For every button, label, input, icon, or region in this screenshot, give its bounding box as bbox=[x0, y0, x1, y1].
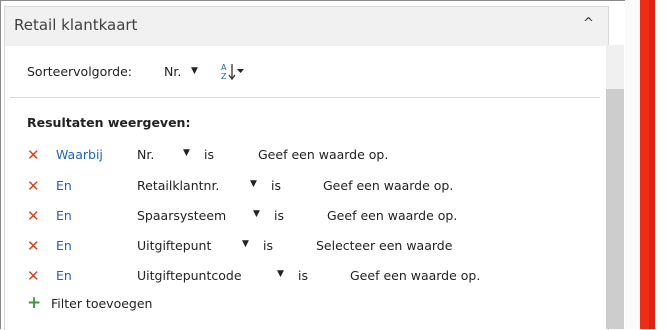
filter-field-dropdown[interactable]: Uitgiftepunt bbox=[137, 238, 211, 253]
filter-row: ✕ Waarbij Nr. ▼ is Geef een waarde op. bbox=[0, 145, 600, 165]
chevron-down-icon[interactable]: ▼ bbox=[183, 148, 190, 158]
filter-value-input[interactable]: Geef een waarde op. bbox=[327, 208, 457, 223]
svg-text:A: A bbox=[221, 63, 227, 72]
add-filter-plus-icon[interactable]: + bbox=[27, 293, 41, 313]
filter-operator: is bbox=[271, 178, 281, 193]
filter-row: ✕ En Spaarsysteem ▼ is Geef een waarde o… bbox=[0, 206, 600, 226]
divider bbox=[10, 97, 600, 98]
chevron-down-icon[interactable]: ▼ bbox=[191, 66, 198, 76]
filter-row: ✕ En Retailklantnr. ▼ is Geef een waarde… bbox=[0, 176, 600, 196]
remove-filter-icon[interactable]: ✕ bbox=[27, 267, 40, 285]
remove-filter-icon[interactable]: ✕ bbox=[27, 207, 40, 225]
scrollbar-thumb[interactable] bbox=[606, 89, 624, 329]
chevron-down-icon[interactable]: ▼ bbox=[253, 209, 260, 219]
sort-order-label: Sorteervolgorde: bbox=[27, 64, 132, 79]
add-filter-link[interactable]: Filter toevoegen bbox=[51, 296, 152, 311]
chevron-down-icon[interactable]: ▼ bbox=[250, 179, 257, 189]
sort-ascending-az-icon[interactable]: A Z bbox=[220, 62, 250, 82]
side-gutter bbox=[625, 0, 640, 329]
chevron-down-icon[interactable]: ▼ bbox=[277, 269, 284, 279]
accent-bar bbox=[640, 0, 649, 329]
panel-header[interactable]: Retail klantkaart ^ bbox=[5, 7, 608, 46]
remove-filter-icon[interactable]: ✕ bbox=[27, 177, 40, 195]
filter-operator: is bbox=[263, 238, 273, 253]
filter-conjunction[interactable]: Waarbij bbox=[56, 147, 103, 162]
panel-title: Retail klantkaart bbox=[14, 16, 138, 34]
filter-value-input[interactable]: Selecteer een waarde bbox=[316, 238, 452, 253]
remove-filter-icon[interactable]: ✕ bbox=[27, 146, 40, 164]
filter-field-dropdown[interactable]: Nr. bbox=[137, 147, 154, 162]
filter-row: ✕ En Uitgiftepuntcode ▼ is Geef een waar… bbox=[0, 266, 600, 286]
filter-value-input[interactable]: Geef een waarde op. bbox=[323, 178, 453, 193]
filter-field-dropdown[interactable]: Spaarsysteem bbox=[137, 208, 226, 223]
filter-value-input[interactable]: Geef een waarde op. bbox=[258, 147, 388, 162]
collapse-chevron-icon[interactable]: ^ bbox=[583, 16, 594, 31]
filter-row: ✕ En Uitgiftepunt ▼ is Selecteer een waa… bbox=[0, 236, 600, 256]
filter-operator: is bbox=[274, 208, 284, 223]
filter-conjunction[interactable]: En bbox=[56, 208, 72, 223]
remove-filter-icon[interactable]: ✕ bbox=[27, 237, 40, 255]
right-edge bbox=[655, 0, 668, 329]
filter-value-input[interactable]: Geef een waarde op. bbox=[350, 268, 480, 283]
filter-operator: is bbox=[298, 268, 308, 283]
filter-conjunction[interactable]: En bbox=[56, 178, 72, 193]
filter-conjunction[interactable]: En bbox=[56, 238, 72, 253]
filter-operator: is bbox=[204, 147, 214, 162]
svg-text:Z: Z bbox=[221, 72, 227, 81]
sort-field-dropdown[interactable]: Nr. bbox=[164, 64, 181, 79]
window-top-border bbox=[0, 0, 668, 1]
filter-conjunction[interactable]: En bbox=[56, 268, 72, 283]
filter-field-dropdown[interactable]: Uitgiftepuntcode bbox=[137, 268, 242, 283]
results-heading: Resultaten weergeven: bbox=[27, 115, 191, 130]
filter-field-dropdown[interactable]: Retailklantnr. bbox=[137, 178, 219, 193]
chevron-down-icon[interactable]: ▼ bbox=[242, 239, 249, 249]
